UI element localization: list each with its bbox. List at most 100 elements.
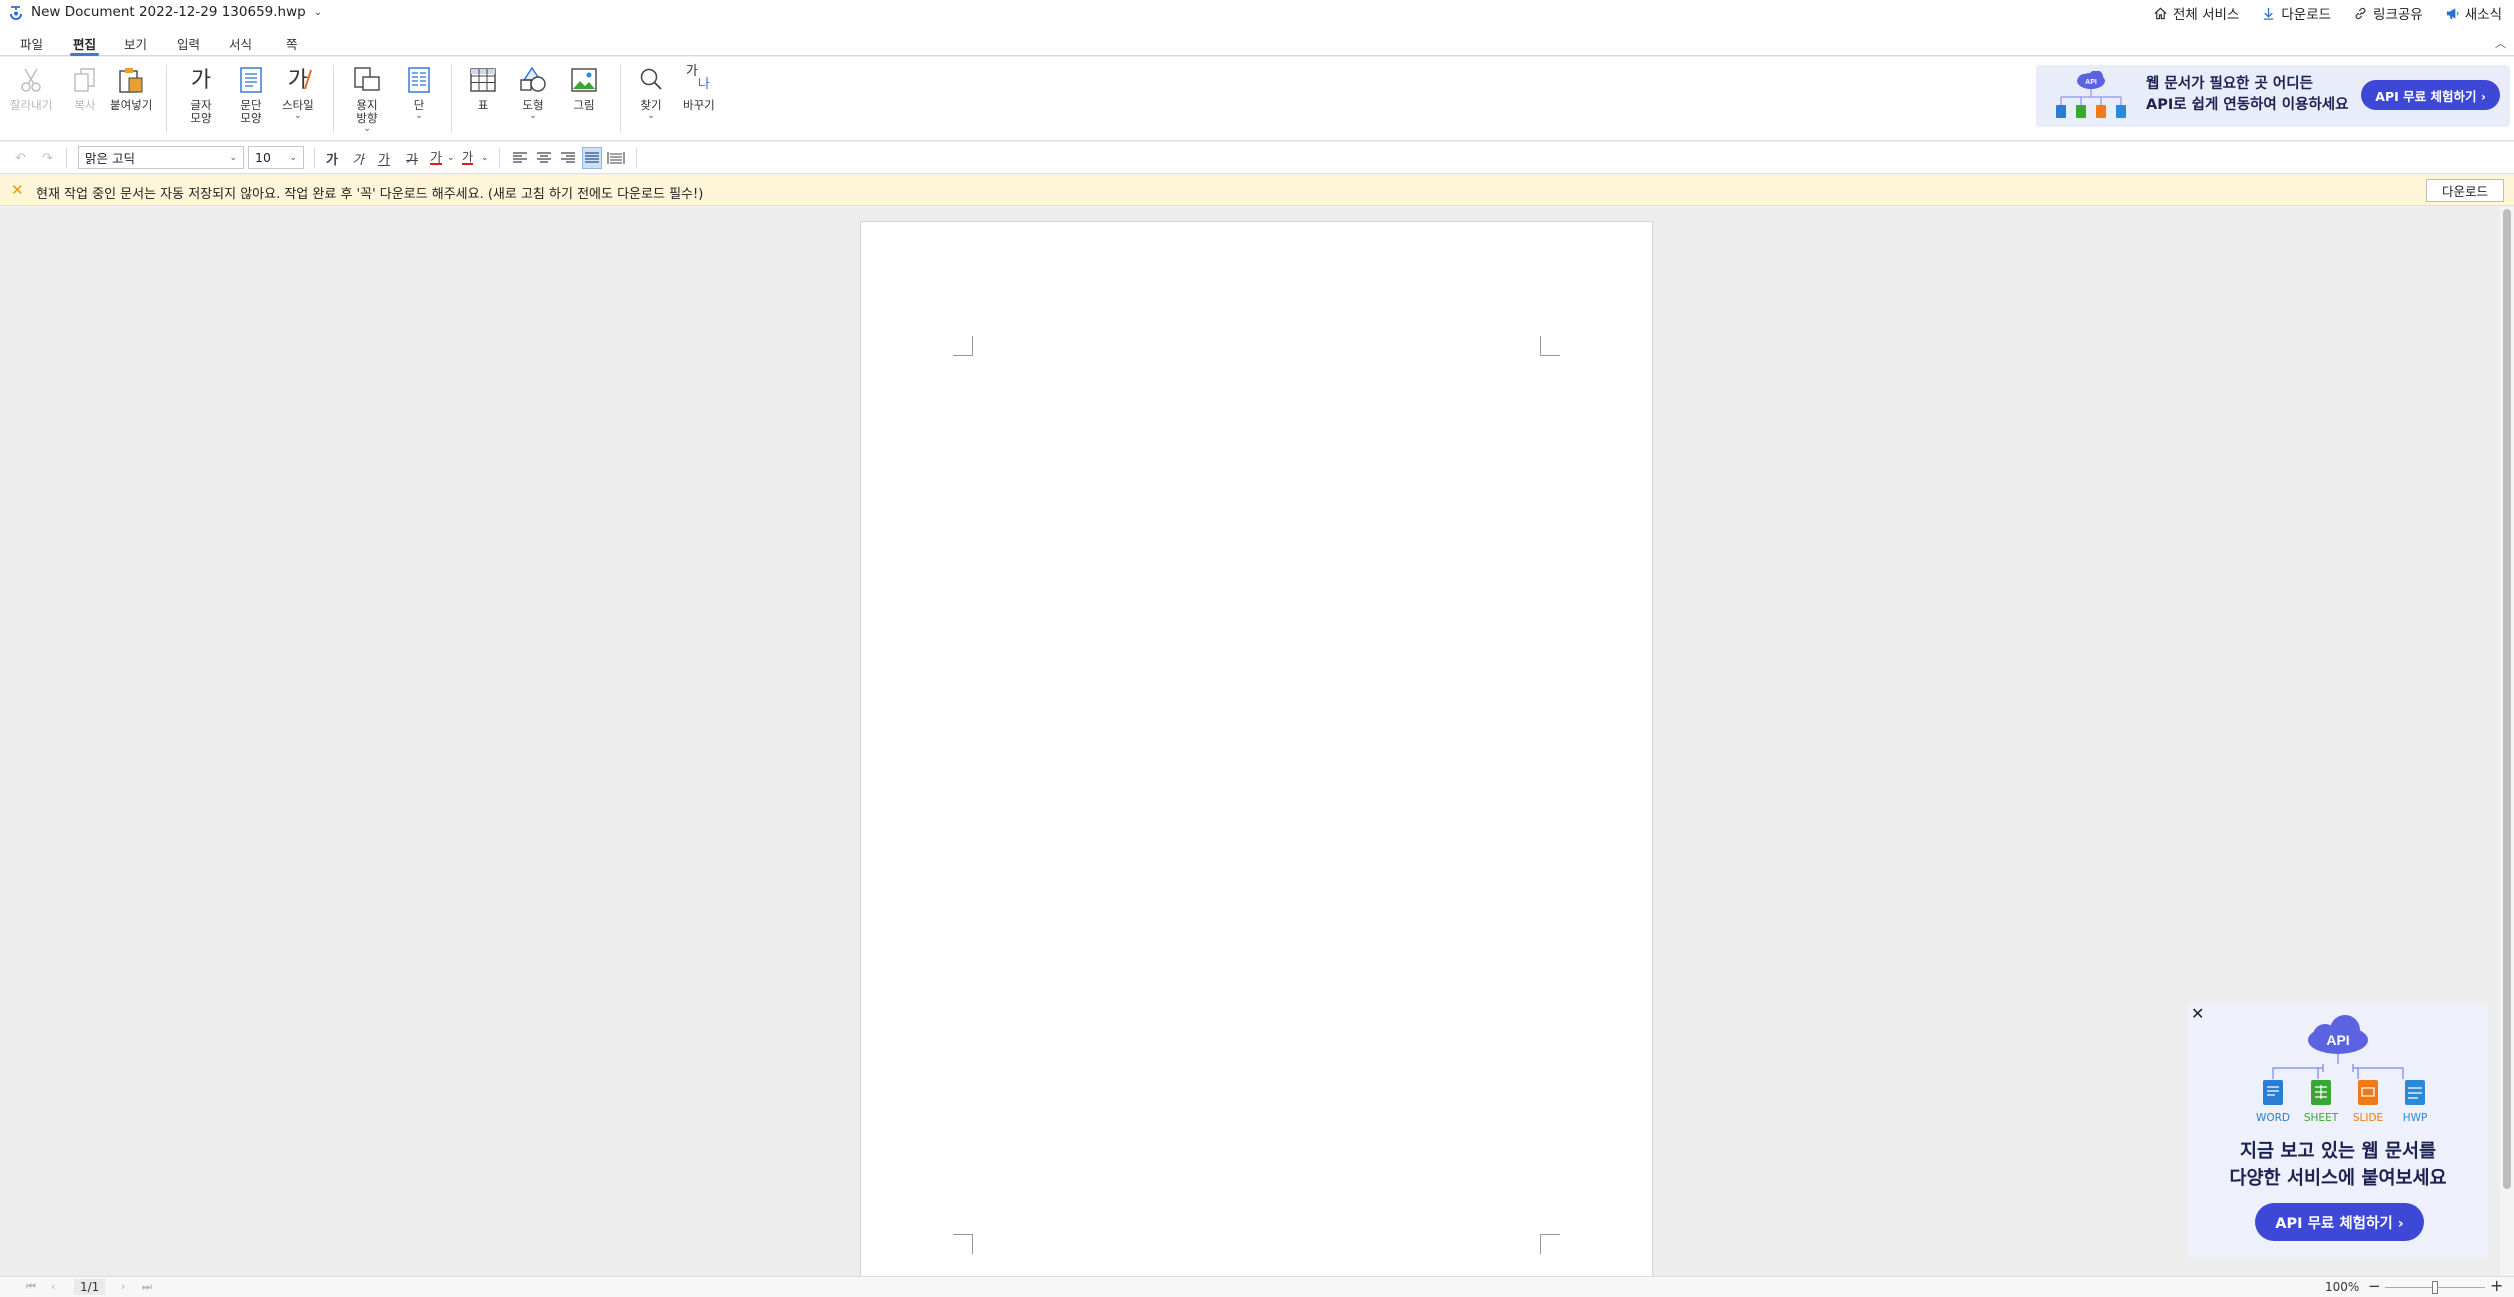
first-page-icon[interactable]: ⏮ — [26, 1280, 36, 1294]
slide-label: SLIDE — [2352, 1112, 2384, 1124]
paste-icon — [119, 68, 143, 93]
style-button[interactable]: 가 스타일 ⌄ — [282, 65, 314, 121]
hwp-label: HWP — [2402, 1112, 2428, 1124]
banner-text: 웹 문서가 필요한 곳 어디든 API로 쉽게 연동하여 이용하세요 — [2146, 74, 2348, 116]
document-title-text: New Document 2022-12-29 130659.hwp — [31, 4, 306, 20]
font-color-dropdown-icon[interactable]: ⌄ — [447, 149, 455, 167]
find-dropdown-icon: ⌄ — [647, 111, 655, 121]
zoom-slider-thumb[interactable] — [2432, 1281, 2438, 1294]
page-indicator[interactable]: 1/1 — [74, 1279, 106, 1295]
download-label: 다운로드 — [2281, 7, 2332, 23]
chevron-down-icon: ⌄ — [289, 152, 297, 163]
picture-button[interactable]: 그림 — [569, 65, 599, 112]
picture-icon — [571, 68, 597, 92]
copy-label: 복사 — [74, 98, 96, 112]
font-select-value: 맑은 고딕 — [85, 151, 135, 166]
char-shape-button[interactable]: 가 글자 모양 — [186, 65, 216, 125]
pencil-icon — [303, 69, 312, 90]
replace-label: 바꾸기 — [683, 98, 715, 112]
find-button[interactable]: 찾기 ⌄ — [636, 65, 666, 121]
undo-icon[interactable]: ↶ — [15, 149, 26, 167]
column-dropdown-icon: ⌄ — [415, 111, 423, 121]
margin-corner-bottom-right — [1540, 1234, 1560, 1254]
toolbar-separator — [66, 148, 67, 168]
chevron-down-icon[interactable]: ⌄ — [314, 7, 322, 18]
banner-cloud-label: API — [2085, 79, 2097, 86]
banner-api-trial-button[interactable]: API 무료 체험하기 › — [2361, 80, 2500, 110]
document-area[interactable] — [0, 207, 2500, 1281]
tab-edit[interactable]: 편집 — [69, 34, 100, 56]
replace-icon: 가 나 — [684, 65, 714, 95]
tab-view[interactable]: 보기 — [124, 34, 147, 53]
word-label: WORD — [2255, 1112, 2291, 1124]
last-page-icon[interactable]: ⏭ — [142, 1280, 152, 1294]
ribbon-separator — [620, 65, 621, 133]
close-icon[interactable]: ✕ — [11, 181, 24, 199]
tab-file[interactable]: 파일 — [20, 34, 43, 53]
api-ad-banner[interactable]: API 웹 문서가 필요한 곳 어디든 API로 쉽게 연동하여 이용하세요 A… — [2036, 65, 2510, 127]
ribbon: 잘라내기 복사 붙여넣기 가 글자 모양 문단 모양 가 스타일 ⌄ 용지 방향… — [0, 57, 2514, 141]
shape-button[interactable]: 도형 ⌄ — [518, 65, 548, 121]
font-color-button[interactable]: 가 — [430, 149, 442, 166]
underline-button[interactable]: 가 — [378, 149, 390, 168]
strikethrough-button[interactable]: 가 — [406, 149, 418, 168]
highlight-dropdown-icon[interactable]: ⌄ — [481, 149, 489, 167]
copy-button[interactable]: 복사 — [70, 65, 100, 112]
news-link[interactable]: 새소식 — [2445, 3, 2502, 23]
download-link[interactable]: 다운로드 — [2261, 3, 2331, 23]
download-icon — [2264, 7, 2274, 20]
paper-direction-dropdown-icon: ⌄ — [363, 124, 371, 134]
table-icon — [470, 68, 496, 92]
italic-button[interactable]: 가 — [352, 149, 364, 168]
align-justify-icon[interactable] — [582, 147, 602, 169]
replace-button[interactable]: 가 나 바꾸기 — [683, 65, 715, 112]
sheet-label: SHEET — [2303, 1112, 2339, 1124]
tab-insert[interactable]: 입력 — [177, 34, 200, 53]
font-select[interactable]: 맑은 고딕 ⌄ — [78, 146, 244, 169]
prev-page-icon[interactable]: ‹ — [51, 1280, 55, 1293]
all-services-link[interactable]: 전체 서비스 — [2153, 3, 2239, 23]
vertical-scrollbar[interactable] — [2500, 207, 2514, 1276]
align-center-icon[interactable] — [536, 149, 552, 167]
bold-button[interactable]: 가 — [326, 149, 338, 168]
column-button[interactable]: 단 ⌄ — [404, 65, 434, 121]
popup-headline-2: 다양한 서비스에 붙여보세요 — [2229, 1168, 2447, 1189]
zoom-in-button[interactable]: + — [2490, 1276, 2503, 1295]
zoom-out-button[interactable]: − — [2368, 1277, 2381, 1295]
zoom-level[interactable]: 100% — [2325, 1280, 2359, 1294]
scrollbar-thumb[interactable] — [2503, 209, 2511, 1189]
paper-direction-button[interactable]: 용지 방향 ⌄ — [352, 65, 382, 134]
para-shape-button[interactable]: 문단 모양 — [236, 65, 266, 125]
collapse-ribbon-icon[interactable]: ︿ — [2495, 35, 2506, 51]
next-page-icon[interactable]: › — [121, 1280, 125, 1293]
tab-format[interactable]: 서식 — [229, 34, 252, 53]
news-label: 새소식 — [2464, 7, 2502, 23]
ribbon-separator — [333, 65, 334, 133]
document-title[interactable]: New Document 2022-12-29 130659.hwp ⌄ — [31, 4, 322, 20]
paper-orientation-icon — [354, 67, 380, 91]
document-page[interactable] — [860, 221, 1653, 1281]
format-toolbar: ↶ ↷ 맑은 고딕 ⌄ 10 ⌄ 가 가 가 가 가 ⌄ 가 ⌄ — [0, 142, 2514, 174]
table-button[interactable]: 표 — [468, 65, 498, 112]
link-share-link[interactable]: 링크공유 — [2353, 3, 2423, 23]
paste-button[interactable]: 붙여넣기 — [110, 65, 152, 112]
highlight-color-button[interactable]: 가 — [462, 149, 474, 165]
redo-icon[interactable]: ↷ — [42, 149, 53, 167]
toolbar-separator — [499, 148, 500, 168]
font-size-select[interactable]: 10 ⌄ — [248, 146, 304, 169]
align-distribute-icon[interactable] — [607, 149, 625, 167]
style-dropdown-icon: ⌄ — [294, 111, 302, 121]
toolbar-separator — [314, 148, 315, 168]
popup-api-trial-button[interactable]: API 무료 체험하기 › — [2255, 1203, 2424, 1241]
column-icon — [408, 67, 430, 93]
align-right-icon[interactable] — [560, 149, 576, 167]
notice-download-button[interactable]: 다운로드 — [2425, 179, 2504, 202]
margin-corner-bottom-left — [953, 1234, 973, 1254]
paragraph-icon — [240, 67, 262, 93]
banner-line-1: 웹 문서가 필요한 곳 어디든 — [2146, 76, 2313, 92]
cut-button[interactable]: 잘라내기 — [10, 65, 52, 112]
all-services-label: 전체 서비스 — [2172, 7, 2240, 23]
tab-page[interactable]: 쪽 — [286, 34, 298, 53]
paste-label: 붙여넣기 — [110, 98, 153, 112]
align-left-icon[interactable] — [512, 149, 528, 167]
